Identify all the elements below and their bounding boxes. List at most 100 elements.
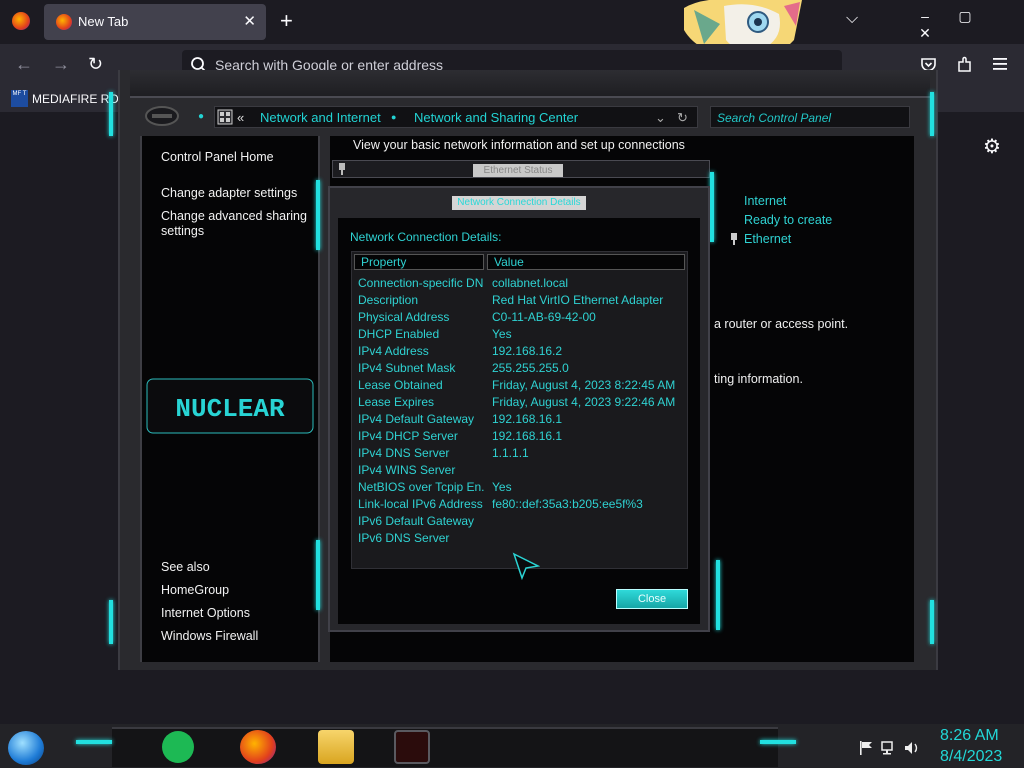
value-cell: C0-11-AB-69-42-00	[492, 310, 596, 324]
details-row[interactable]: IPv4 Address 192.168.16.2	[358, 344, 688, 361]
glow-accent	[760, 740, 796, 744]
value-cell: fe80::def:35a3:b205:ee5f%3	[492, 497, 643, 511]
property-cell: IPv4 Address	[358, 344, 429, 358]
close-button[interactable]: Close	[616, 589, 688, 609]
troubleshoot-text: ting information.	[714, 372, 803, 386]
column-header-value[interactable]: Value	[487, 254, 685, 270]
details-row[interactable]: Connection-specific DN... collabnet.local	[358, 276, 688, 293]
close-window-button[interactable]: ✕	[905, 25, 945, 42]
firefox-taskbar-icon[interactable]	[240, 730, 276, 764]
details-row[interactable]: Lease Expires Friday, August 4, 2023 9:22…	[358, 395, 688, 412]
value-cell: Yes	[492, 480, 512, 494]
column-header-property[interactable]: Property	[354, 254, 484, 270]
details-row[interactable]: Description Red Hat VirtIO Ethernet Adapt…	[358, 293, 688, 310]
property-cell: IPv4 DNS Server	[358, 446, 450, 460]
control-panel-search-input[interactable]: Search Control Panel	[710, 106, 910, 128]
details-row[interactable]: IPv4 Default Gateway 192.168.16.1	[358, 412, 688, 429]
theme-emblem-icon	[145, 106, 179, 126]
value-cell: 192.168.16.1	[492, 429, 563, 443]
firefox-view-icon[interactable]	[12, 12, 30, 30]
property-cell: NetBIOS over Tcpip En...	[358, 480, 484, 494]
taskbar-frame	[112, 727, 778, 767]
menu-icon[interactable]	[992, 57, 1008, 71]
back-button[interactable]: ←	[15, 54, 33, 75]
tab-title: New Tab	[78, 14, 129, 29]
property-cell: IPv4 WINS Server	[358, 463, 456, 477]
details-row[interactable]: DHCP Enabled Yes	[358, 327, 688, 344]
value-cell: collabnet.local	[492, 276, 569, 290]
maximize-button[interactable]: ▢	[945, 8, 985, 25]
sidebar-homegroup[interactable]: HomeGroup	[161, 583, 229, 598]
property-cell: DHCP Enabled	[358, 327, 440, 341]
details-row[interactable]: Physical Address C0-11-AB-69-42-00	[358, 310, 688, 327]
details-row[interactable]: Link-local IPv6 Address fe80::def:35a3:b2…	[358, 497, 688, 514]
sidebar-control-panel-home[interactable]: Control Panel Home	[161, 150, 274, 165]
ethernet-connection-link[interactable]: Ethernet	[744, 232, 791, 246]
start-button[interactable]	[8, 731, 44, 765]
tab-list-chevron-icon[interactable]: ⌵	[846, 10, 858, 28]
breadcrumb-chevrons[interactable]: «	[237, 110, 244, 125]
extensions-icon[interactable]	[956, 56, 973, 73]
refresh-icon[interactable]: ↻	[677, 110, 688, 126]
forward-button[interactable]: →	[52, 54, 70, 75]
breadcrumb-sharing-center[interactable]: Network and Sharing Center	[414, 110, 578, 125]
settings-gear-icon[interactable]: ⚙	[983, 134, 1001, 159]
property-cell: IPv6 DNS Server	[358, 531, 450, 545]
details-row[interactable]: IPv6 Default Gateway	[358, 514, 688, 531]
tab-close-button[interactable]: ✕	[243, 12, 256, 30]
sidebar-advanced-sharing[interactable]: Change advanced sharing settings	[161, 209, 311, 239]
glow-accent	[710, 172, 714, 242]
glow-accent	[109, 600, 113, 644]
property-cell: Lease Expires	[358, 395, 435, 409]
glow-accent	[930, 600, 934, 644]
network-icon[interactable]	[881, 740, 897, 756]
glow-accent	[76, 740, 112, 744]
spotify-taskbar-icon[interactable]	[162, 731, 194, 763]
minimize-button[interactable]: –	[905, 8, 945, 24]
breadcrumb-network-internet[interactable]: Network and Internet	[260, 110, 381, 125]
address-dropdown-icon[interactable]: ⌄	[655, 110, 666, 126]
details-row[interactable]: IPv6 DNS Server	[358, 531, 688, 548]
property-cell: IPv6 Default Gateway	[358, 514, 475, 528]
property-cell: Lease Obtained	[358, 378, 443, 392]
property-cell: Link-local IPv6 Address	[358, 497, 483, 511]
homegroup-ready-link[interactable]: Ready to create	[744, 213, 832, 227]
value-cell: 255.255.255.0	[492, 361, 569, 375]
sidebar-internet-options[interactable]: Internet Options	[161, 606, 250, 621]
details-row[interactable]: IPv4 WINS Server	[358, 463, 688, 480]
details-row[interactable]: Lease Obtained Friday, August 4, 2023 8:2…	[358, 378, 688, 395]
glow-accent	[716, 560, 720, 630]
value-cell: Friday, August 4, 2023 9:22:46 AM	[492, 395, 676, 409]
window-controls: – ▢✕	[905, 8, 1024, 42]
ethernet-status-title: Ethernet Status	[473, 164, 563, 177]
taskbar-clock-date[interactable]: 8/4/2023	[940, 748, 1002, 766]
glow-accent	[930, 92, 934, 136]
property-cell: Description	[358, 293, 419, 307]
flag-icon[interactable]	[858, 740, 874, 756]
value-cell: 1.1.1.1	[492, 446, 529, 460]
details-list[interactable]: Property Value Connection-specific DN...…	[351, 251, 688, 569]
property-cell: IPv4 Default Gateway	[358, 412, 475, 426]
mouse-cursor-icon	[512, 552, 540, 580]
details-row[interactable]: IPv4 DNS Server 1.1.1.1	[358, 446, 688, 463]
file-explorer-taskbar-icon[interactable]	[318, 730, 354, 764]
ethernet-icon	[731, 233, 737, 245]
details-row[interactable]: IPv4 Subnet Mask 255.255.255.0	[358, 361, 688, 378]
tab-new-tab[interactable]: New Tab ✕	[44, 4, 266, 40]
reload-button[interactable]: ↻	[88, 54, 103, 75]
sidebar-change-adapter[interactable]: Change adapter settings	[161, 186, 297, 201]
details-row[interactable]: NetBIOS over Tcpip En... Yes	[358, 480, 688, 497]
value-cell: 192.168.16.2	[492, 344, 563, 358]
sidebar-windows-firewall[interactable]: Windows Firewall	[161, 629, 258, 644]
bookmark-mediafire[interactable]: MEDIAFIRE RO	[32, 92, 119, 106]
volume-icon[interactable]	[904, 740, 922, 756]
address-bar[interactable]: « Network and Internet ● Network and Sha…	[214, 106, 698, 128]
see-also-heading: See also	[161, 560, 210, 574]
control-panel-icon	[217, 109, 233, 125]
control-panel-taskbar-icon[interactable]	[394, 730, 430, 764]
taskbar-clock-time[interactable]: 8:26 AM	[940, 727, 999, 745]
glow-accent	[316, 180, 320, 250]
details-row[interactable]: IPv4 DHCP Server 192.168.16.1	[358, 429, 688, 446]
new-tab-button[interactable]: +	[280, 10, 293, 32]
breadcrumb-separator-icon: ●	[391, 112, 397, 122]
